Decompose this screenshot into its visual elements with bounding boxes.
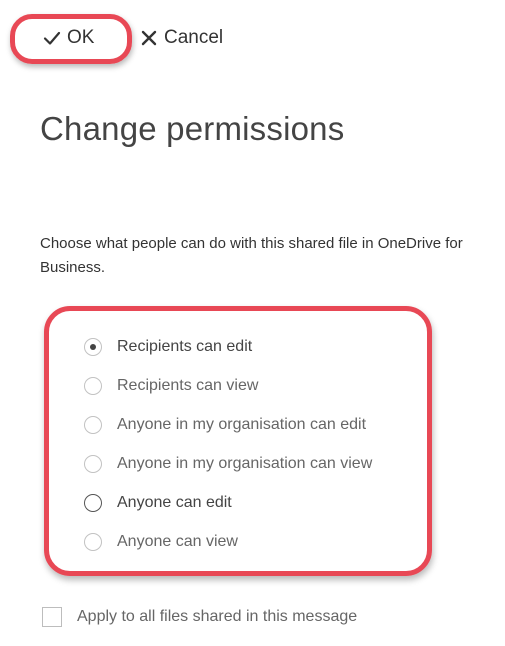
close-icon	[139, 28, 159, 48]
apply-to-all-checkbox[interactable]	[42, 607, 62, 627]
radio-button[interactable]	[84, 416, 102, 434]
option-label: Recipients can view	[117, 377, 259, 394]
radio-button-selected[interactable]	[84, 338, 102, 356]
cancel-label: Cancel	[164, 27, 224, 48]
option-org-can-view[interactable]: Anyone in my organisation can view	[84, 451, 372, 477]
radio-button[interactable]	[84, 533, 102, 551]
apply-to-all-label: Apply to all files shared in this messag…	[77, 608, 358, 625]
ok-button[interactable]: OK	[42, 24, 94, 52]
option-org-can-edit[interactable]: Anyone in my organisation can edit	[84, 412, 366, 438]
option-label: Anyone can edit	[117, 494, 232, 511]
command-bar: OK Cancel	[0, 0, 505, 80]
radio-button[interactable]	[84, 494, 102, 512]
option-recipients-can-edit[interactable]: Recipients can edit	[84, 334, 252, 360]
apply-to-all-row[interactable]: Apply to all files shared in this messag…	[42, 605, 357, 629]
option-label: Anyone can view	[117, 533, 238, 550]
radio-button[interactable]	[84, 455, 102, 473]
option-recipients-can-view[interactable]: Recipients can view	[84, 373, 258, 399]
option-anyone-can-edit[interactable]: Anyone can edit	[84, 490, 232, 516]
option-label: Anyone in my organisation can edit	[117, 416, 367, 433]
permissions-description: Choose what people can do with this shar…	[40, 235, 463, 276]
cancel-button[interactable]: Cancel	[139, 24, 223, 52]
option-label: Anyone in my organisation can view	[117, 455, 373, 472]
option-label: Recipients can edit	[117, 338, 253, 355]
radio-button[interactable]	[84, 377, 102, 395]
option-anyone-can-view[interactable]: Anyone can view	[84, 529, 238, 555]
page-title: Change permissions	[40, 110, 345, 147]
checkmark-icon	[42, 28, 62, 48]
ok-label: OK	[67, 27, 95, 48]
